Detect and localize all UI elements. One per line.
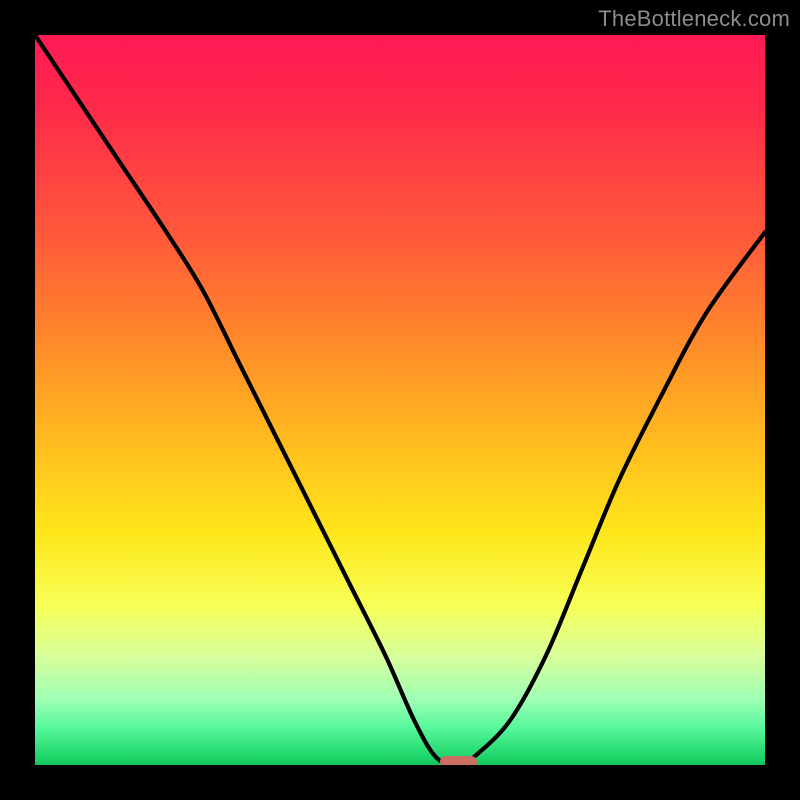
plot-area xyxy=(35,35,765,765)
min-point-marker xyxy=(440,756,477,765)
curve-path xyxy=(35,35,765,765)
chart-frame: TheBottleneck.com xyxy=(0,0,800,800)
watermark-text: TheBottleneck.com xyxy=(598,6,790,32)
bottleneck-curve xyxy=(35,35,765,765)
